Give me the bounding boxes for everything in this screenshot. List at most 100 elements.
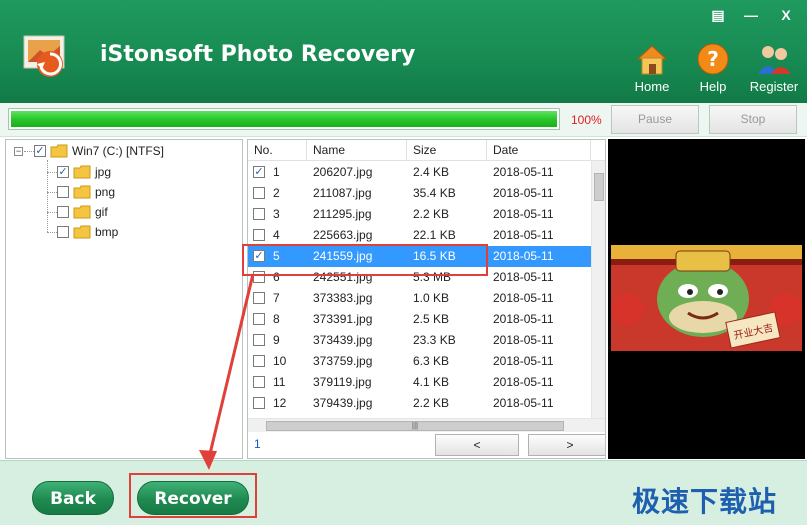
column-header-name[interactable]: Name [307,140,407,161]
row-file-name: 225663.jpg [313,228,373,242]
row-checkbox[interactable] [253,187,265,199]
row-checkbox[interactable] [253,208,265,220]
tree-checkbox-gif[interactable] [57,205,69,218]
column-header-size[interactable]: Size [407,140,487,161]
highlight-box-selected-row [242,244,488,276]
table-row[interactable]: 10 373759.jpg 6.3 KB 2018-05-11 [248,351,591,372]
row-number: 7 [273,291,280,305]
row-number: 10 [273,354,287,368]
row-file-size: 6.3 KB [413,354,450,368]
column-header-date[interactable]: Date [487,140,591,161]
tree-checkbox-png[interactable] [57,185,69,198]
row-date: 2018-05-11 [493,396,554,410]
tree-root-checkbox[interactable]: ✓ [34,144,46,157]
column-header-no[interactable]: No. [248,140,307,161]
watermark-logo: 极速下载站 [632,485,778,518]
tree-item-gif[interactable]: gif [57,203,108,221]
row-number: 4 [273,228,280,242]
row-file-size: 23.3 KB [413,333,456,347]
row-number: 12 [273,396,287,410]
row-file-name: 379439.jpg [313,396,373,410]
tree-label-bmp: bmp [95,225,119,239]
folder-icon [73,165,91,179]
scan-progress-fill [11,111,557,127]
table-row[interactable]: 11 379119.jpg 4.1 KB 2018-05-11 [248,372,591,393]
next-page-button[interactable]: > [528,434,605,456]
row-checkbox[interactable] [253,229,265,241]
table-row[interactable]: 8 373391.jpg 2.5 KB 2018-05-11 [248,309,591,330]
help-label: Help [699,79,727,94]
row-checkbox[interactable]: ✓ [253,166,265,178]
row-file-name: 211295.jpg [313,207,372,221]
svg-text:?: ? [707,47,719,71]
horizontal-scrollbar[interactable]: ||| [248,418,605,432]
row-file-size: 2.5 KB [413,312,450,326]
row-number: 8 [273,312,280,326]
table-row[interactable]: 2 211087.jpg 35.4 KB 2018-05-11 [248,183,591,204]
progress-row: 100% Pause Stop [0,103,807,137]
row-number: 9 [273,333,280,347]
vertical-scroll-thumb[interactable] [594,173,604,201]
row-date: 2018-05-11 [493,354,554,368]
table-row[interactable]: 3 211295.jpg 2.2 KB 2018-05-11 [248,204,591,225]
table-row[interactable]: 9 373439.jpg 23.3 KB 2018-05-11 [248,330,591,351]
preview-image: 开业大吉 [611,245,802,351]
row-date: 2018-05-11 [493,291,554,305]
image-preview-panel: 开业大吉 [608,139,805,459]
row-date: 2018-05-11 [493,333,554,347]
close-button[interactable]: X [775,5,797,25]
folder-icon [73,225,91,239]
vertical-scrollbar[interactable] [591,161,605,418]
home-icon [634,42,670,76]
prev-page-button[interactable]: < [435,434,519,456]
row-file-name: 211087.jpg [313,186,372,200]
table-row[interactable]: 12 379439.jpg 2.2 KB 2018-05-11 [248,393,591,414]
file-list-header: No. Name Size Date [248,140,605,161]
register-icon [756,42,792,76]
row-date: 2018-05-11 [493,228,554,242]
tree-root-drive[interactable]: ✓ Win7 (C:) [NTFS] [34,142,164,160]
folder-icon [73,205,91,219]
tree-item-png[interactable]: png [57,183,115,201]
horizontal-scroll-thumb[interactable]: ||| [266,421,564,431]
row-date: 2018-05-11 [493,186,554,200]
tree-item-bmp[interactable]: bmp [57,223,118,241]
row-date: 2018-05-11 [493,270,554,284]
register-button[interactable]: Register [744,42,804,94]
row-file-name: 206207.jpg [313,165,373,179]
progress-percent: 100% [571,113,602,127]
stop-button[interactable]: Stop [709,105,797,134]
row-file-name: 373759.jpg [313,354,373,368]
row-file-size: 2.2 KB [413,396,450,410]
minimize-button[interactable]: — [740,5,762,25]
scan-progress-bar [8,108,560,130]
tree-item-jpg[interactable]: ✓ jpg [57,163,111,181]
row-date: 2018-05-11 [493,207,554,221]
row-file-size: 4.1 KB [413,375,450,389]
row-file-size: 22.1 KB [413,228,456,242]
tree-checkbox-bmp[interactable] [57,225,69,238]
register-label: Register [749,79,799,94]
row-number: 2 [273,186,280,200]
row-number: 11 [273,375,286,389]
row-number: 1 [273,165,280,179]
help-button[interactable]: ? Help [683,42,743,94]
file-list: No. Name Size Date ✓ 1 206207.jpg 2.4 KB 201… [247,139,606,459]
row-date: 2018-05-11 [493,312,554,326]
tree-checkbox-jpg[interactable]: ✓ [57,165,69,178]
app-logo-icon [20,34,70,80]
tree-label-png: png [95,185,116,199]
menu-icon[interactable]: ▤ [707,5,729,25]
table-row[interactable]: ✓ 1 206207.jpg 2.4 KB 2018-05-11 [248,162,591,183]
table-row[interactable]: 4 225663.jpg 22.1 KB 2018-05-11 [248,225,591,246]
pause-button[interactable]: Pause [611,105,699,134]
app-title: iStonsoft Photo Recovery [100,42,416,67]
home-button[interactable]: Home [622,42,682,94]
row-file-size: 35.4 KB [413,186,456,200]
back-button[interactable]: Back [32,481,114,515]
row-file-size: 2.2 KB [413,207,450,221]
table-row[interactable]: 7 373383.jpg 1.0 KB 2018-05-11 [248,288,591,309]
annotation-arrow [199,273,255,470]
drive-folder-icon [50,144,68,158]
tree-collapse-toggle[interactable]: − [14,147,23,156]
